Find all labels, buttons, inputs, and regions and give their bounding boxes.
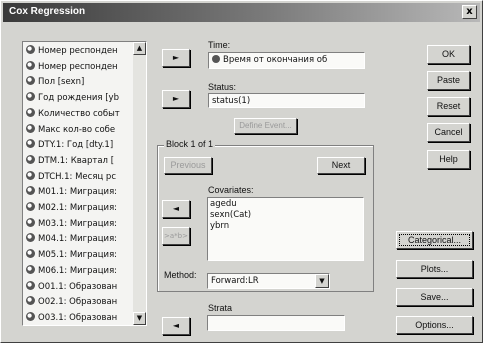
variable-list-item[interactable]: O01.1: Образован [26,280,134,294]
variable-type-icon [26,280,35,290]
covariates-label: Covariates: [208,185,254,195]
variable-label: O01.1: Образован [38,281,118,292]
scroll-up-button[interactable]: ▲ [133,42,146,55]
variable-list-item[interactable]: Номер респонден [26,44,134,58]
time-label: Time: [208,40,231,50]
save-button[interactable]: Save... [396,288,473,306]
variable-list-item[interactable]: Макс кол-во собе [26,123,134,137]
paste-button[interactable]: Paste [427,71,470,90]
status-field[interactable]: status(1) [208,93,365,108]
categorical-button[interactable]: Categorical... [396,231,473,249]
variable-label: Год рождения [yb [38,93,119,104]
chevron-down-icon[interactable]: ▼ [315,274,329,288]
variable-list-item[interactable]: Количество событ [26,107,134,121]
variable-list-item[interactable]: Пол [sexn] [26,75,134,89]
variable-label: DTY.1: Год [dty.1] [38,140,114,151]
plots-button[interactable]: Plots... [396,260,473,278]
variable-list-item[interactable]: O03.1: Образован [26,311,134,325]
variable-type-icon [26,202,35,211]
variable-list-item[interactable]: DTCH.1: Месяц рс [26,170,134,184]
window-title: Cox Regression [9,6,86,17]
variable-type-icon [26,264,35,274]
variable-type-icon [26,60,35,70]
variable-list-item[interactable]: O02.1: Образован [26,295,134,309]
variable-label: M02.1: Миграция: [38,203,118,213]
method-select[interactable]: Forward:LR ▼ [207,273,330,289]
variable-type-icon [26,154,35,164]
help-button[interactable]: Help [427,150,470,169]
cox-regression-dialog: Cox Regression x Номер респонден Номер ре… [0,0,483,343]
variable-list-item[interactable]: Год рождения [yb [26,91,134,105]
variable-type-icon [26,45,35,54]
variable-type-icon [26,92,35,102]
covariate-item[interactable]: agedu [210,199,361,210]
variable-label: Количество событ [38,108,120,119]
method-label: Method: [164,270,197,280]
variable-type-icon [26,296,35,306]
interaction-button[interactable]: >a*b> [162,227,190,245]
reset-button[interactable]: Reset [427,97,470,116]
variable-type-icon [26,76,35,86]
variable-list-item[interactable]: DTM.1: Квартал [ [26,154,134,168]
status-move-button[interactable]: ► [162,90,190,108]
close-button[interactable]: x [462,5,477,19]
variable-list-item[interactable]: M06.1: Миграция: [26,264,134,278]
variable-type-icon [26,217,35,227]
variable-type-icon [26,186,35,196]
variable-list-item[interactable]: DTY.1: Год [dty.1] [26,138,134,152]
variable-label: DTM.1: Квартал [ [38,155,115,166]
scale-variable-icon [212,55,220,63]
time-move-button[interactable]: ► [162,49,190,67]
variable-list-item[interactable]: M03.1: Миграция: [26,217,134,231]
status-label: Status: [208,82,237,92]
variable-list-item[interactable]: M02.1: Миграция: [26,201,134,215]
covariates-move-button[interactable]: ◄ [162,200,190,218]
cancel-button[interactable]: Cancel [427,123,470,142]
title-bar: Cox Regression x [3,3,480,22]
covariate-item[interactable]: sexn(Cat) [210,210,361,221]
variable-label: O03.1: Образован [38,312,118,323]
previous-button[interactable]: Previous [164,157,212,174]
variable-label: O02.1: Образован [38,297,118,308]
variable-type-icon [26,123,35,133]
variable-type-icon [26,233,35,243]
variable-list[interactable]: Номер респонден Номер респонден Пол [sexn]… [22,41,147,326]
variable-label: DTCH.1: Месяц рс [38,171,116,182]
variable-type-icon [26,249,35,259]
variable-label: M06.1: Миграция: [38,265,118,276]
variable-type-icon [26,170,35,180]
strata-move-button[interactable]: ◄ [162,317,190,335]
ok-button[interactable]: OK [427,45,470,64]
variable-label: M04.1: Миграция: [38,234,118,245]
variable-label: M01.1: Миграция: [38,187,118,198]
variable-label: Макс кол-во собе [38,124,116,135]
strata-label: Strata [208,303,233,313]
block-label: Block 1 of 1 [164,139,216,149]
next-button[interactable]: Next [317,157,365,174]
define-event-button[interactable]: Define Event... [234,118,297,134]
variable-type-icon [26,311,35,321]
covariates-list[interactable]: agedu sexn(Cat) ybrn [207,197,364,261]
time-value: Время от окончания об [223,55,328,65]
variable-label: M05.1: Миграция: [38,250,118,261]
variable-list-item[interactable]: M01.1: Миграция: [26,185,134,199]
variable-label: Номер респонден [38,46,118,56]
variable-type-icon [26,139,35,149]
variable-label: Номер респонден [38,61,118,72]
variable-type-icon [26,107,35,117]
variable-list-item[interactable]: M04.1: Миграция: [26,232,134,246]
scroll-down-button[interactable]: ▼ [133,312,146,325]
variable-label: M03.1: Миграция: [38,218,118,229]
strata-field[interactable] [207,315,345,331]
variable-list-scrollbar[interactable]: ▲ ▼ [133,42,146,325]
variable-label: Пол [sexn] [38,77,85,88]
time-field[interactable]: Время от окончания об [208,52,365,69]
options-button[interactable]: Options... [396,316,473,334]
variable-list-item[interactable]: Номер респонден [26,60,134,74]
covariate-item[interactable]: ybrn [210,221,361,232]
variable-list-item[interactable]: M05.1: Миграция: [26,248,134,262]
method-value: Forward:LR [211,276,259,286]
